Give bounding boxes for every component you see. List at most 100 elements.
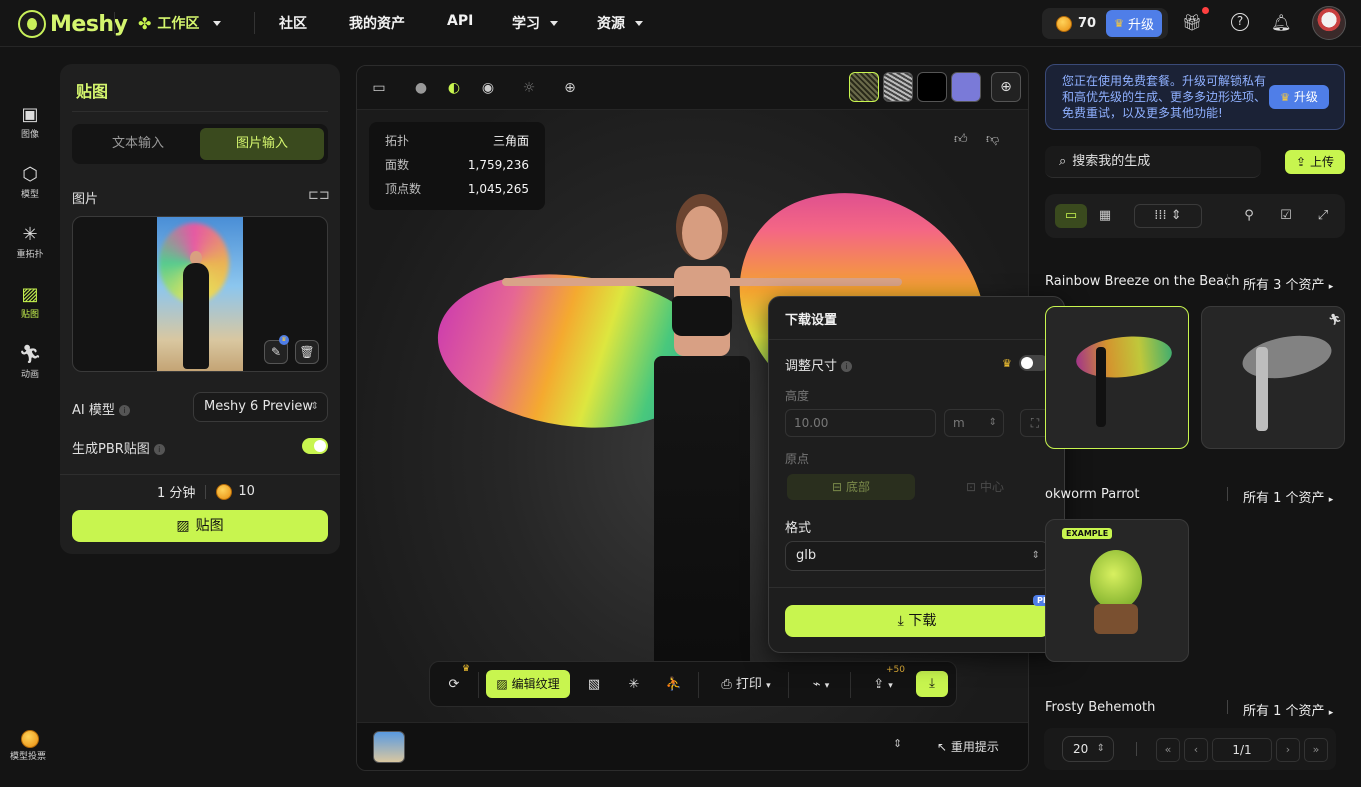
share-button[interactable]: ⇪ ▾ xyxy=(866,674,900,696)
expand-icon[interactable]: ⤢ xyxy=(1313,206,1333,226)
nav-api[interactable]: API xyxy=(447,13,473,29)
asset-card-selected[interactable] xyxy=(1045,306,1189,449)
download-button[interactable]: ⤓ 下载 xyxy=(785,605,1049,637)
uploaded-image xyxy=(157,217,243,371)
asset-card[interactable]: 🏃︎ xyxy=(1201,306,1345,449)
nav-resources[interactable]: 资源 xyxy=(597,13,643,33)
info-icon[interactable]: i xyxy=(118,405,130,416)
texture-icon: ▨ xyxy=(176,518,190,534)
notice-text: 您正在使用免费套餐。升级可解锁私有和高优先级的生成、更多多边形选项、免费重试，以… xyxy=(1062,74,1267,120)
info-icon[interactable]: i xyxy=(153,444,165,455)
gift-icon[interactable]: 🎁︎ xyxy=(1182,13,1202,33)
origin-center-option[interactable]: ⊡ 中心 xyxy=(921,474,1049,500)
origin-bottom-option[interactable]: ⊟ 底部 xyxy=(787,474,915,500)
sidebar-item-retopo[interactable]: ✳ 重拓扑 xyxy=(8,224,52,260)
upgrade-button[interactable]: ♛ 升级 xyxy=(1106,10,1162,37)
print-button[interactable]: ⎙ 打印 ▾ xyxy=(714,674,778,696)
info-icon[interactable]: i xyxy=(841,361,853,372)
globe-icon[interactable]: ⊕ xyxy=(560,78,580,98)
asset-card[interactable]: EXAMPLE xyxy=(1045,519,1189,662)
unit-select[interactable]: m ⇕ xyxy=(944,409,1004,437)
zoom-fit-icon[interactable]: ⊕ xyxy=(991,72,1021,102)
uploaded-image-box[interactable]: ✎ ♛ 🗑︎ xyxy=(72,216,328,372)
crop-icon[interactable]: ⊏⊐ xyxy=(308,188,330,203)
pbr-toggle[interactable] xyxy=(302,438,328,454)
origin-bottom-label: 底部 xyxy=(845,480,870,494)
credit-cost: 10 xyxy=(238,484,255,499)
solid-shading-icon[interactable]: ● xyxy=(411,78,431,98)
remesh-icon[interactable]: ▧ xyxy=(584,674,604,696)
tab-image-input[interactable]: 图片输入 xyxy=(200,128,324,160)
view-all-link[interactable]: 所有 1 个资产 ▸ xyxy=(1243,700,1333,719)
nav-learn[interactable]: 学习 xyxy=(512,13,558,33)
nav-workspace[interactable]: ✤ 工作区 xyxy=(138,13,222,33)
nav-learn-label: 学习 xyxy=(512,16,540,32)
light-icon[interactable]: ☼ xyxy=(519,78,539,98)
column-select[interactable]: ⁞⁞⁞ ⇕ xyxy=(1134,204,1202,228)
checkbox-icon[interactable]: ☑ xyxy=(1276,206,1296,226)
divider xyxy=(254,12,255,34)
meshy-logo[interactable]: Meshy xyxy=(18,10,128,38)
reuse-prompt-button[interactable]: ↖ 重用提示 xyxy=(937,738,999,755)
nav-community[interactable]: 社区 xyxy=(279,13,307,33)
next-page-button[interactable]: › xyxy=(1276,738,1300,762)
textured-shading-icon[interactable]: ◐ xyxy=(444,78,464,98)
last-page-button[interactable]: » xyxy=(1304,738,1328,762)
ai-model-select[interactable]: Meshy 6 Preview ⇕ xyxy=(193,392,328,422)
thumbs-down-icon[interactable]: 👎︎ xyxy=(986,132,999,147)
sidebar-item-vote[interactable]: 模型投票 xyxy=(8,730,52,762)
first-page-button[interactable]: « xyxy=(1156,738,1180,762)
upload-icon: ⇪ xyxy=(1296,155,1307,169)
notice-upgrade-button[interactable]: ♛ 升级 xyxy=(1269,85,1329,109)
normal-map[interactable] xyxy=(951,72,981,102)
notification-dot xyxy=(1202,7,1209,14)
height-input[interactable]: 10.00 xyxy=(785,409,936,437)
animate-icon[interactable]: ⛹ xyxy=(664,674,684,696)
folder-icon[interactable]: ▭ xyxy=(1055,204,1087,228)
nav-assets[interactable]: 我的资产 xyxy=(349,13,405,33)
upgrade-notice: 您正在使用免费套餐。升级可解锁私有和高优先级的生成、更多多边形选项、免费重试，以… xyxy=(1045,64,1345,130)
view-all-link[interactable]: 所有 3 个资产 ▸ xyxy=(1243,274,1333,293)
credits-widget[interactable]: 70 ♛ 升级 xyxy=(1042,8,1168,39)
avatar[interactable] xyxy=(1312,6,1346,40)
sidebar-item-label: 贴图 xyxy=(20,310,39,320)
page-indicator[interactable]: 1/1 xyxy=(1212,738,1272,762)
delete-button[interactable]: 🗑︎ xyxy=(295,340,319,364)
origin-center-label: 中心 xyxy=(979,480,1004,494)
running-icon: 🏃︎ xyxy=(18,344,42,365)
view-all-link[interactable]: 所有 1 个资产 ▸ xyxy=(1243,487,1333,506)
grid-view-icon[interactable]: ▦ xyxy=(1095,206,1115,226)
thumbs-up-icon[interactable]: 👍︎ xyxy=(954,132,968,147)
sidebar-item-animation[interactable]: 🏃︎ 动画 xyxy=(8,344,52,380)
roughness-map[interactable] xyxy=(883,72,913,102)
help-icon[interactable]: ? xyxy=(1231,13,1249,31)
nav-workspace-label: 工作区 xyxy=(157,16,200,32)
pbr-shading-icon[interactable]: ◉ xyxy=(478,78,498,98)
upload-button[interactable]: ⇪ 上传 xyxy=(1285,150,1345,174)
divider xyxy=(1136,742,1137,756)
generate-texture-button[interactable]: ▨ 贴图 xyxy=(72,510,328,542)
sidebar-item-texture[interactable]: ▨ 贴图 xyxy=(8,284,52,320)
page-size-select[interactable]: 20 ⇕ xyxy=(1062,736,1114,762)
height-label: 高度 xyxy=(785,389,810,403)
monitor-icon[interactable]: ▭ xyxy=(369,78,389,98)
bell-icon[interactable]: 🔔︎ xyxy=(1271,13,1291,33)
download-icon[interactable]: ⤓ xyxy=(916,671,948,697)
align-bottom-icon: ⊟ xyxy=(832,480,843,494)
metallic-map[interactable] xyxy=(917,72,947,102)
tab-text-input[interactable]: 文本输入 xyxy=(76,128,200,160)
rig-icon[interactable]: ✳ xyxy=(624,674,644,696)
filter-icon[interactable]: ⚲ xyxy=(1239,206,1259,226)
reference-thumbnail[interactable] xyxy=(373,731,405,763)
chevron-updown-icon[interactable]: ⇕ xyxy=(893,737,902,750)
sidebar-item-image[interactable]: ▣ 图像 xyxy=(8,104,52,140)
format-select[interactable]: glb ⇕ xyxy=(785,541,1049,571)
search-input[interactable]: ⌕ 搜索我的生成 xyxy=(1045,146,1261,178)
edit-texture-button[interactable]: ▨ 编辑纹理 xyxy=(486,670,570,698)
pagination: 20 ⇕ « ‹ 1/1 › » xyxy=(1044,728,1336,770)
prev-page-button[interactable]: ‹ xyxy=(1184,738,1208,762)
sidebar-item-model[interactable]: ⬡ 模型 xyxy=(8,164,52,200)
plugin-button[interactable]: ⌁ ▾ xyxy=(804,674,838,696)
base-color-map[interactable] xyxy=(849,72,879,102)
refresh-icon[interactable]: ⟳ xyxy=(444,674,464,696)
